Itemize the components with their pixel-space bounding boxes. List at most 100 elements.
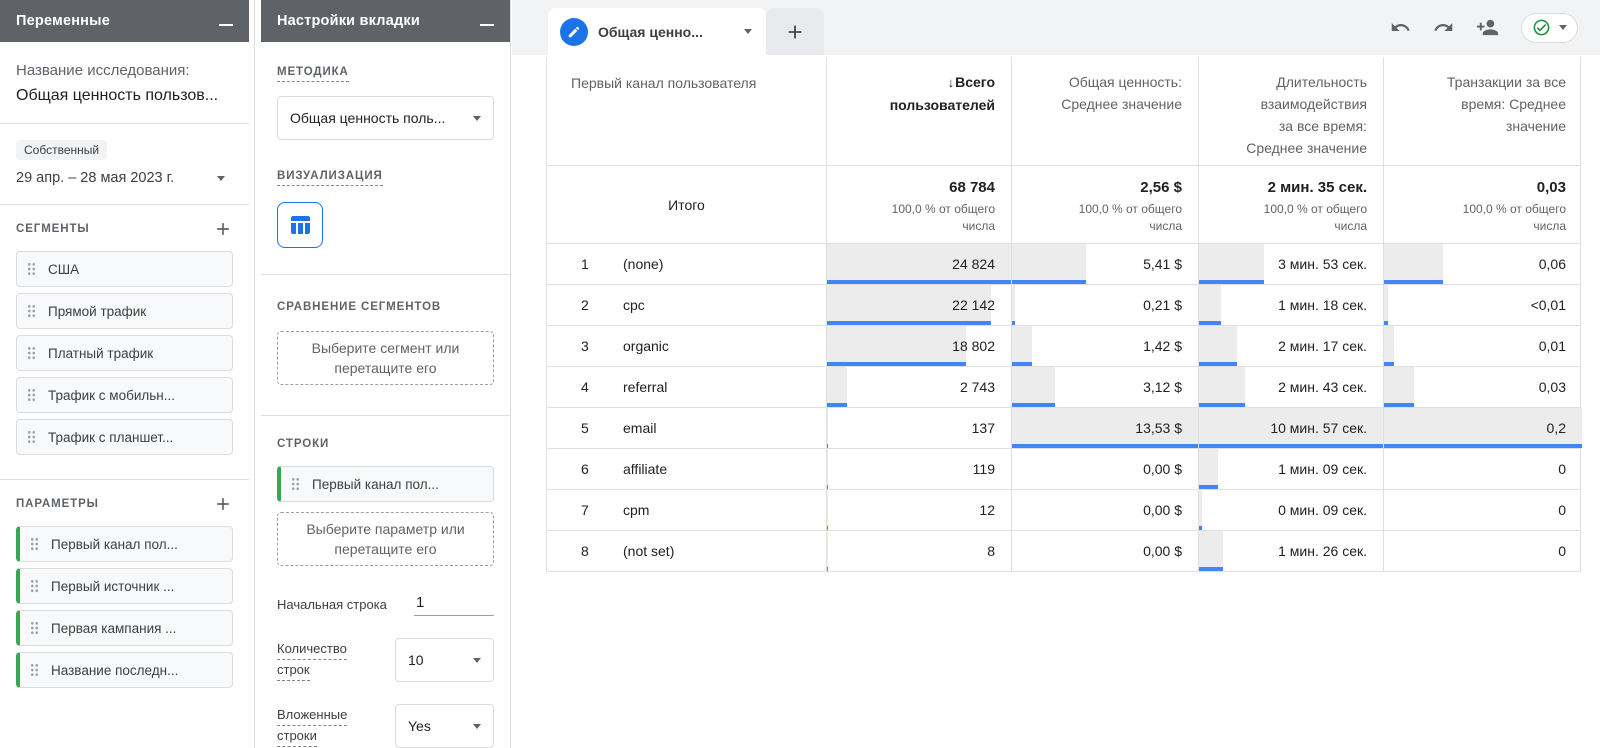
channel-name: email (623, 420, 657, 436)
table-row[interactable]: 1 (none) 24 824 5,41 $ 3 мин. 53 сек. 0,… (547, 244, 1580, 285)
ltv-cell: 3,12 $ (1012, 367, 1199, 407)
column-header-duration[interactable]: Длительность взаимодействия за все время… (1199, 57, 1384, 165)
minimize-icon[interactable] (219, 24, 233, 26)
column-header-transactions[interactable]: Транзакции за все время: Среднее значени… (1384, 57, 1582, 165)
drag-handle-icon[interactable] (27, 304, 36, 318)
drag-handle-icon[interactable] (30, 537, 39, 551)
heat-bar (1012, 367, 1055, 407)
column-header-ltv[interactable]: Общая ценность: Среднее значение (1012, 57, 1199, 165)
drag-handle-icon[interactable] (291, 477, 300, 491)
segment-chip[interactable]: Трафик с мобильн... (16, 377, 233, 413)
table-row[interactable]: 4 referral 2 743 3,12 $ 2 мин. 43 сек. 0… (547, 367, 1580, 408)
value-bar (827, 280, 1011, 284)
dimension-cell: 4 referral (547, 367, 827, 407)
dimension-cell: 7 cpm (547, 490, 827, 530)
table-totals-row: Итого 68 784 100,0 % от общего числа 2,5… (547, 166, 1580, 244)
row-number: 8 (581, 543, 589, 559)
channel-name: cpc (623, 297, 645, 313)
users-cell: 12 (827, 490, 1012, 530)
drag-handle-icon[interactable] (27, 388, 36, 402)
drag-handle-icon[interactable] (30, 579, 39, 593)
totals-ltv-cell: 2,56 $ 100,0 % от общего числа (1012, 166, 1199, 243)
ltv-cell: 1,42 $ (1012, 326, 1199, 366)
value-bar (1199, 403, 1245, 407)
duration-cell: 1 мин. 26 сек. (1199, 531, 1384, 571)
dimension-dropzone[interactable]: Выберите параметр или перетащите его (277, 512, 494, 566)
minimize-icon[interactable] (480, 24, 494, 26)
undo-icon[interactable] (1390, 17, 1411, 38)
add-segment-icon[interactable] (213, 219, 233, 239)
chevron-down-icon[interactable] (744, 29, 752, 34)
table-visualization-button[interactable] (277, 202, 323, 248)
drag-handle-icon[interactable] (27, 262, 36, 276)
nested-rows-select[interactable]: Yes (395, 704, 494, 748)
dimension-chip[interactable]: Первый канал пол... (16, 526, 233, 562)
column-header-users[interactable]: ↓Всего пользователей (827, 57, 1012, 165)
segment-chip-label: Трафик с мобильн... (48, 387, 175, 403)
add-dimension-icon[interactable] (213, 494, 233, 514)
row-number: 1 (581, 256, 589, 272)
dimension-chip[interactable]: Название последн... (16, 652, 233, 688)
column-header-dimension[interactable]: Первый канал пользователя (547, 57, 827, 165)
transactions-cell: 0,03 (1384, 367, 1582, 407)
technique-label: МЕТОДИКА (277, 66, 349, 82)
add-tab-button[interactable] (766, 8, 824, 55)
segments-section: СЕГМЕНТЫ США Прямой трафик Платный трафи… (0, 205, 249, 480)
table-row[interactable]: 5 email 137 13,53 $ 10 мин. 57 сек. 0,2 (547, 408, 1582, 449)
segment-dropzone[interactable]: Выберите сегмент или перетащите его (277, 331, 494, 385)
drag-handle-icon[interactable] (27, 346, 36, 360)
table-row[interactable]: 3 organic 18 802 1,42 $ 2 мин. 17 сек. 0… (547, 326, 1580, 367)
drag-handle-icon[interactable] (30, 663, 39, 677)
channel-name: referral (623, 379, 668, 395)
heat-bar (1012, 244, 1087, 284)
dimension-chip[interactable]: Первый источник ... (16, 568, 233, 604)
transactions-cell: 0,01 (1384, 326, 1582, 366)
value-bar (1384, 444, 1582, 448)
table-row[interactable]: 6 affiliate 119 0,00 $ 1 мин. 09 сек. 0 (547, 449, 1580, 490)
drag-handle-icon[interactable] (30, 621, 39, 635)
saved-status-button[interactable] (1521, 12, 1578, 43)
study-name-value[interactable]: Общая ценность пользов... (16, 87, 233, 105)
dimension-chip[interactable]: Первая кампания ... (16, 610, 233, 646)
dimension-cell: 3 organic (547, 326, 827, 366)
plus-icon (788, 25, 802, 38)
ltv-cell: 0,00 $ (1012, 531, 1199, 571)
rows-dimension-chip[interactable]: Первый канал пол... (277, 466, 494, 502)
variables-panel-header: Переменные (0, 0, 249, 42)
start-row-input[interactable]: 1 (414, 592, 494, 616)
table-header-row: Первый канал пользователя ↓Всего пользов… (547, 57, 1580, 166)
technique-select-value: Общая ценность поль... (290, 110, 446, 126)
exploration-tab[interactable]: Общая ценно... (548, 8, 766, 55)
person-add-icon[interactable] (1476, 16, 1499, 39)
date-range-selector[interactable]: 29 апр. – 28 мая 2023 г. (16, 170, 233, 186)
transactions-cell: 0,06 (1384, 244, 1582, 284)
heat-bar (827, 449, 828, 489)
dimension-cell: 6 affiliate (547, 449, 827, 489)
heat-bar (1012, 326, 1032, 366)
panel-divider[interactable] (254, 0, 255, 748)
heat-bar (1199, 449, 1219, 489)
users-cell: 22 142 (827, 285, 1012, 325)
dimension-chip-label: Первый канал пол... (51, 536, 178, 552)
table-row[interactable]: 2 cpc 22 142 0,21 $ 1 мин. 18 сек. <0,01 (547, 285, 1580, 326)
table-row[interactable]: 8 (not set) 8 0,00 $ 1 мин. 26 сек. 0 (547, 531, 1580, 572)
dimension-cell: 1 (none) (547, 244, 827, 284)
table-row[interactable]: 7 cpm 12 0,00 $ 0 мин. 09 сек. 0 (547, 490, 1580, 531)
drag-handle-icon[interactable] (27, 430, 36, 444)
value-bar (1199, 321, 1221, 325)
duration-cell: 0 мин. 09 сек. (1199, 490, 1384, 530)
value-bar (1384, 362, 1394, 366)
value-bar (1012, 362, 1032, 366)
dimension-cell: 5 email (547, 408, 827, 448)
heat-bar (827, 408, 829, 448)
users-cell: 18 802 (827, 326, 1012, 366)
row-count-select[interactable]: 10 (395, 638, 494, 682)
start-row-label: Начальная строка (277, 596, 387, 612)
heat-bar (1199, 326, 1238, 366)
technique-select[interactable]: Общая ценность поль... (277, 96, 494, 140)
segment-chip[interactable]: Прямой трафик (16, 293, 233, 329)
segment-chip[interactable]: Платный трафик (16, 335, 233, 371)
segment-chip[interactable]: США (16, 251, 233, 287)
redo-icon[interactable] (1433, 17, 1454, 38)
segment-chip[interactable]: Трафик с планшет... (16, 419, 233, 455)
